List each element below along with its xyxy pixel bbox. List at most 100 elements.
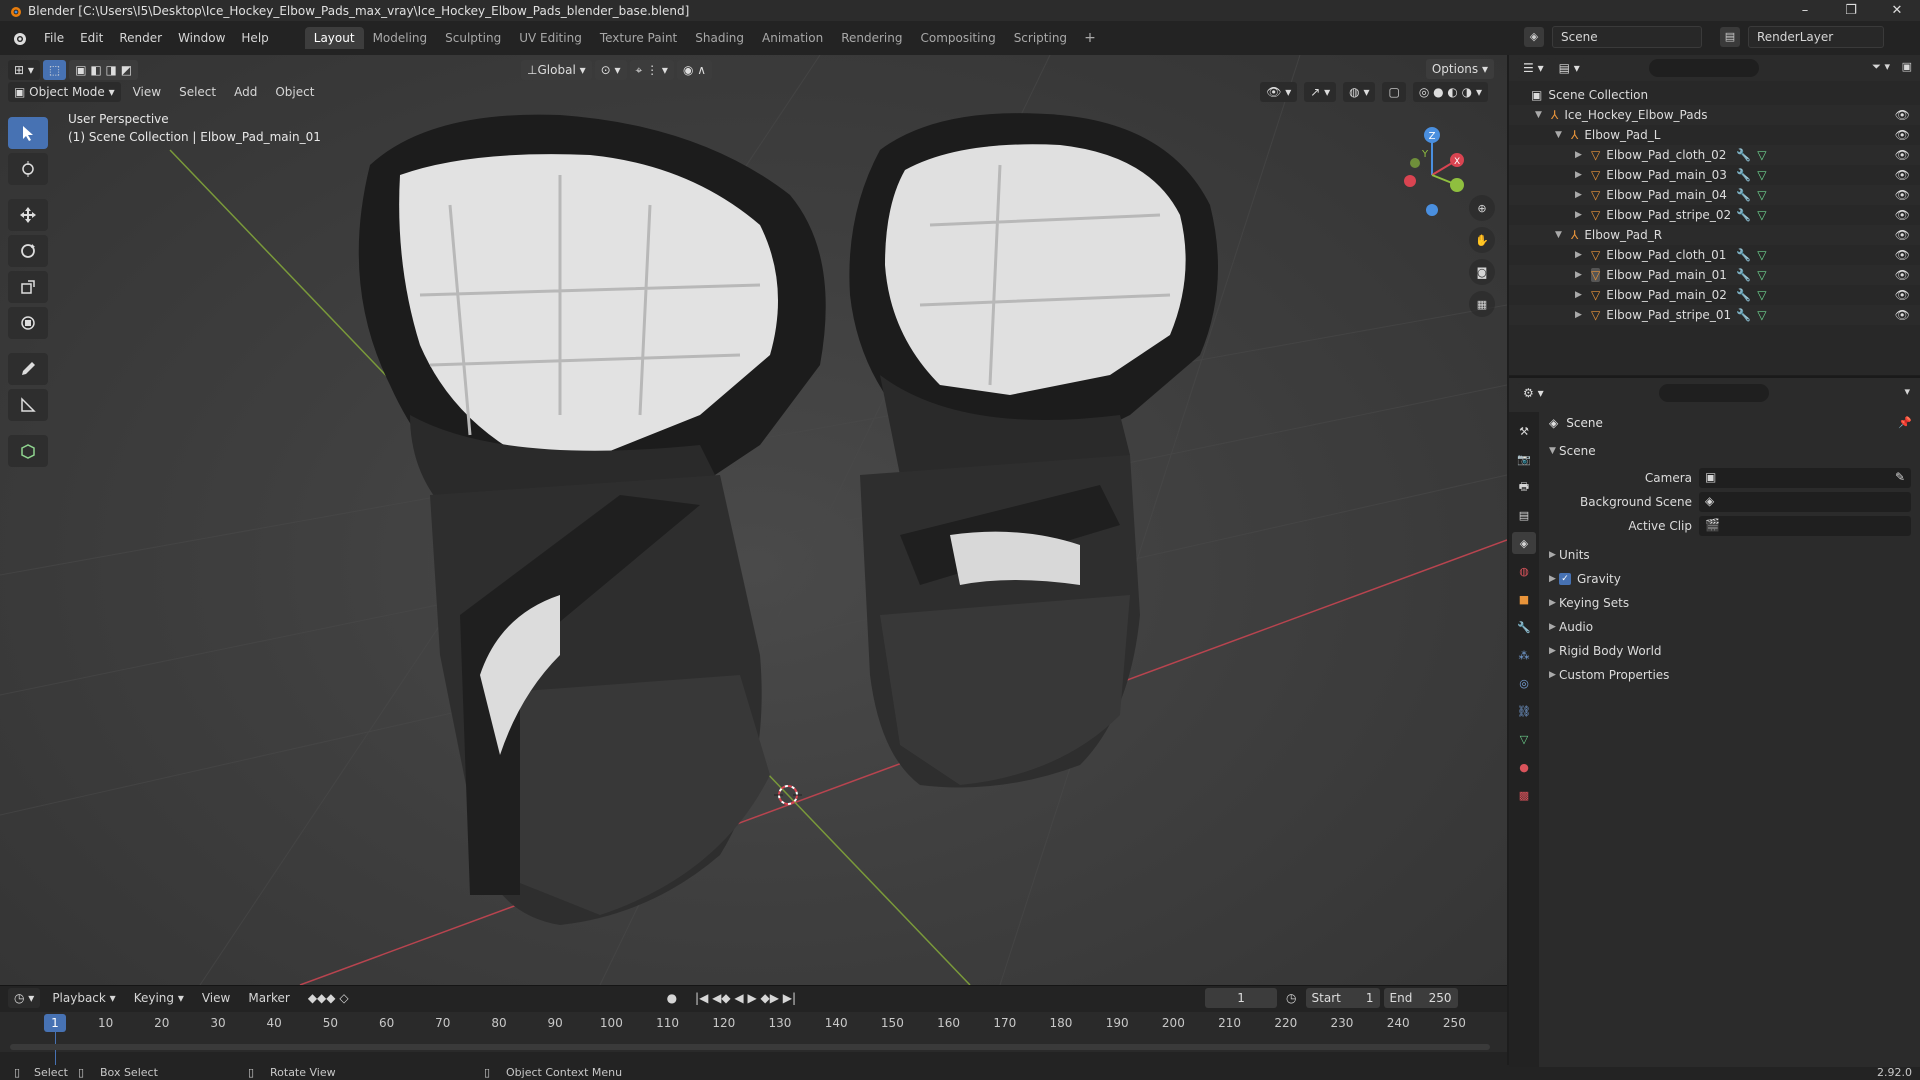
options-dropdown[interactable]: Options ▾ bbox=[1425, 59, 1494, 79]
mesh-data-icon[interactable]: ▽ bbox=[1757, 148, 1766, 162]
viewport-menu-view[interactable]: View bbox=[124, 85, 170, 99]
expand-arrow-icon[interactable]: ▶ bbox=[1575, 290, 1585, 300]
texture-tab[interactable]: ▩ bbox=[1512, 784, 1536, 806]
mesh-data-icon[interactable]: ▽ bbox=[1757, 288, 1766, 302]
properties-search[interactable] bbox=[1659, 384, 1769, 402]
gravity-checkbox[interactable]: ✓ bbox=[1559, 573, 1571, 585]
viewport-menu-add[interactable]: Add bbox=[225, 85, 266, 99]
eye-icon[interactable]: 👁 bbox=[1895, 308, 1910, 322]
menu-edit[interactable]: Edit bbox=[72, 31, 111, 45]
eye-icon[interactable]: 👁 bbox=[1895, 248, 1910, 262]
data-tab[interactable]: ▽ bbox=[1512, 728, 1536, 750]
tab-layout[interactable]: Layout bbox=[304, 27, 364, 49]
visibility-dropdown[interactable]: 👁 ▾ bbox=[1260, 82, 1298, 102]
pan-button[interactable]: ✋ bbox=[1469, 227, 1495, 253]
eyedropper-icon[interactable]: ✎ bbox=[1895, 470, 1905, 484]
tab-uv-editing[interactable]: UV Editing bbox=[510, 27, 591, 49]
expand-arrow-icon[interactable]: ▶ bbox=[1575, 190, 1585, 200]
expand-arrow-icon[interactable]: ▶ bbox=[1575, 270, 1585, 280]
modifier-wrench-icon[interactable]: 🔧 bbox=[1736, 288, 1751, 302]
select-tool-button[interactable]: ⬚ bbox=[42, 60, 67, 80]
tab-animation[interactable]: Animation bbox=[753, 27, 832, 49]
rotate-tool[interactable] bbox=[8, 235, 48, 267]
selection-mode-buttons[interactable]: ▣ ◧ ◨ ◩ bbox=[69, 60, 139, 80]
timeline-menu-keying[interactable]: Keying ▾ bbox=[125, 991, 193, 1005]
camera-field[interactable]: ▣ ✎ bbox=[1699, 468, 1911, 488]
mesh-data-icon[interactable]: ▽ bbox=[1757, 208, 1766, 222]
panel-custom-properties-header[interactable]: ▶ Custom Properties bbox=[1539, 664, 1920, 686]
annotate-tool[interactable] bbox=[8, 353, 48, 385]
3d-viewport[interactable]: ⊞ ▾ ⬚ ▣ ◧ ◨ ◩ ⊥ Global ▾ ⊙ ▾ ⌖ ⋮ ▾ ◉ ∧ O… bbox=[0, 55, 1507, 985]
measure-tool[interactable] bbox=[8, 389, 48, 421]
modifier-wrench-icon[interactable]: 🔧 bbox=[1736, 208, 1751, 222]
camera-view-button[interactable]: ◙ bbox=[1469, 259, 1495, 285]
tool-tab[interactable]: ⚒ bbox=[1512, 420, 1536, 442]
outliner-row-group[interactable]: ▼ ⅄ Elbow_Pad_L 👁 bbox=[1509, 125, 1920, 145]
tweak-tool[interactable] bbox=[8, 117, 48, 149]
scene-selector-icon[interactable]: ◈ bbox=[1524, 27, 1544, 47]
outliner-editor-type[interactable]: ☰ ▾ bbox=[1517, 58, 1550, 78]
timeline-menu-marker[interactable]: Marker bbox=[239, 991, 298, 1005]
outliner-row-group[interactable]: ▼ ⅄ Elbow_Pad_R 👁 bbox=[1509, 225, 1920, 245]
maximize-button[interactable]: ❐ bbox=[1828, 0, 1874, 21]
add-cube-tool[interactable] bbox=[8, 435, 48, 467]
eye-icon[interactable]: 👁 bbox=[1895, 228, 1910, 242]
outliner-row-object[interactable]: ▶ ▽ Elbow_Pad_stripe_02 🔧 ▽ 👁 bbox=[1509, 205, 1920, 225]
preview-range-icon[interactable]: ◷ bbox=[1277, 991, 1305, 1005]
panel-keying-sets-header[interactable]: ▶ Keying Sets bbox=[1539, 592, 1920, 614]
zoom-button[interactable]: ⊕ bbox=[1469, 195, 1495, 221]
modifier-wrench-icon[interactable]: 🔧 bbox=[1736, 308, 1751, 322]
timeline-menu-view[interactable]: View bbox=[193, 991, 239, 1005]
render-layer-selector[interactable]: RenderLayer bbox=[1748, 26, 1884, 48]
end-frame-field[interactable]: End 250 bbox=[1383, 988, 1458, 1008]
transform-tool[interactable] bbox=[8, 307, 48, 339]
outliner-row-collection[interactable]: ▼ ⅄ Ice_Hockey_Elbow_Pads 👁 bbox=[1509, 105, 1920, 125]
timeline-menu-playback[interactable]: Playback ▾ bbox=[43, 991, 124, 1005]
object-tab[interactable]: ■ bbox=[1512, 588, 1536, 610]
outliner-search[interactable] bbox=[1649, 59, 1759, 77]
keyframe-icons[interactable]: ◆◆◆ ◇ bbox=[299, 991, 358, 1005]
filter-icon[interactable]: ⏷ ▾ bbox=[1872, 60, 1890, 74]
viewport-menu-select[interactable]: Select bbox=[170, 85, 225, 99]
eye-icon[interactable]: 👁 bbox=[1895, 128, 1910, 142]
gizmo-toggle[interactable]: ↗ ▾ bbox=[1304, 82, 1337, 102]
tab-scripting[interactable]: Scripting bbox=[1005, 27, 1076, 49]
scene-tab[interactable]: ◈ bbox=[1512, 532, 1536, 554]
menu-help[interactable]: Help bbox=[233, 31, 276, 45]
eye-icon[interactable]: 👁 bbox=[1895, 208, 1910, 222]
close-button[interactable]: ✕ bbox=[1874, 0, 1920, 21]
pivot-point-dropdown[interactable]: ⊙ ▾ bbox=[594, 60, 627, 80]
mesh-data-icon[interactable]: ▽ bbox=[1757, 248, 1766, 262]
view-layer-tab[interactable]: ▤ bbox=[1512, 504, 1536, 526]
panel-scene-header[interactable]: ▼ Scene bbox=[1539, 440, 1920, 462]
snap-toggle[interactable]: ⌖ ⋮ ▾ bbox=[629, 60, 674, 80]
outliner-row-object[interactable]: ▶ ▽ Elbow_Pad_cloth_01 🔧 ▽ 👁 bbox=[1509, 245, 1920, 265]
constraints-tab[interactable]: ⛓ bbox=[1512, 700, 1536, 722]
viewport-menu-object[interactable]: Object bbox=[266, 85, 323, 99]
material-tab[interactable]: ● bbox=[1512, 756, 1536, 778]
modifier-wrench-icon[interactable]: 🔧 bbox=[1736, 148, 1751, 162]
move-tool[interactable] bbox=[8, 199, 48, 231]
ortho-toggle-button[interactable]: ▦ bbox=[1469, 291, 1495, 317]
overlay-toggle[interactable]: ◍ ▾ bbox=[1343, 82, 1376, 102]
outliner-row-object[interactable]: ▶ ▽ Elbow_Pad_cloth_02 🔧 ▽ 👁 bbox=[1509, 145, 1920, 165]
outliner-row-object[interactable]: ▶ ▽ Elbow_Pad_main_04 🔧 ▽ 👁 bbox=[1509, 185, 1920, 205]
properties-options-icon[interactable]: ▾ bbox=[1904, 385, 1910, 398]
mesh-data-icon[interactable]: ▽ bbox=[1757, 308, 1766, 322]
background-scene-field[interactable]: ◈ bbox=[1699, 492, 1911, 512]
mesh-data-icon[interactable]: ▽ bbox=[1757, 268, 1766, 282]
panel-gravity-header[interactable]: ▶ ✓ Gravity bbox=[1539, 568, 1920, 590]
scene-selector[interactable]: Scene bbox=[1552, 26, 1702, 48]
transform-orientation-dropdown[interactable]: ⊥ Global ▾ bbox=[521, 60, 592, 80]
outliner-row-object[interactable]: ▶ ▽ Elbow_Pad_stripe_01 🔧 ▽ 👁 bbox=[1509, 305, 1920, 325]
shading-mode-buttons[interactable]: ◎ ● ◐ ◑ ▾ bbox=[1412, 82, 1488, 102]
render-tab[interactable]: 📷 bbox=[1512, 448, 1536, 470]
record-button[interactable]: ● bbox=[658, 991, 686, 1005]
menu-render[interactable]: Render bbox=[111, 31, 170, 45]
properties-editor-type[interactable]: ⚙ ▾ bbox=[1517, 383, 1550, 403]
world-tab[interactable]: ◍ bbox=[1512, 560, 1536, 582]
eye-icon[interactable]: 👁 bbox=[1895, 188, 1910, 202]
pin-icon[interactable]: 📌 bbox=[1898, 416, 1912, 429]
playback-controls[interactable]: |◀ ◀◆ ◀ ▶ ◆▶ ▶| bbox=[686, 991, 805, 1005]
start-frame-field[interactable]: Start 1 bbox=[1305, 988, 1380, 1008]
